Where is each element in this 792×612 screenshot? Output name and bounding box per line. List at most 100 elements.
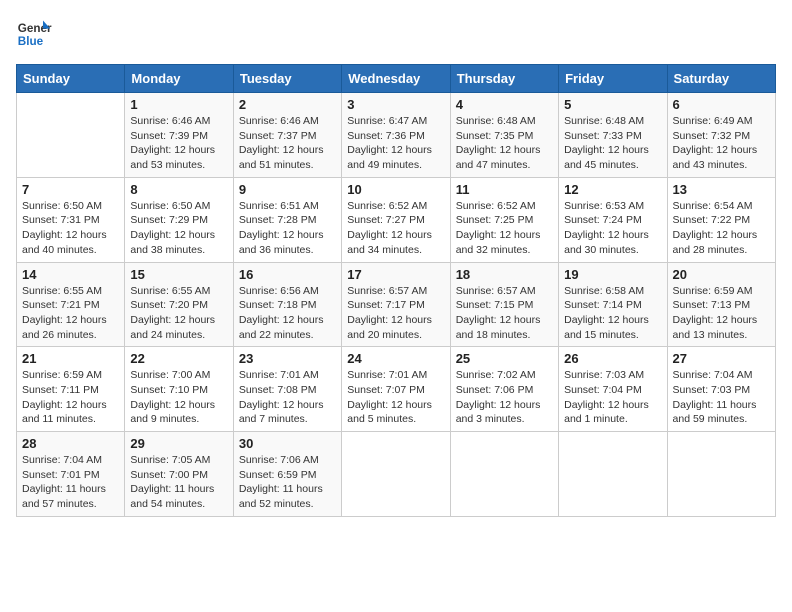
- day-info: Sunrise: 6:55 AM Sunset: 7:21 PM Dayligh…: [22, 284, 119, 343]
- day-info: Sunrise: 6:53 AM Sunset: 7:24 PM Dayligh…: [564, 199, 661, 258]
- day-cell: 8 Sunrise: 6:50 AM Sunset: 7:29 PM Daylig…: [125, 177, 233, 262]
- day-cell: 22 Sunrise: 7:00 AM Sunset: 7:10 PM Dayli…: [125, 347, 233, 432]
- day-cell: 20 Sunrise: 6:59 AM Sunset: 7:13 PM Dayli…: [667, 262, 775, 347]
- day-cell: 5Sunrise: 6:48 AM Sunset: 7:33 PM Daylig…: [559, 93, 667, 178]
- day-cell: 4Sunrise: 6:48 AM Sunset: 7:35 PM Daylig…: [450, 93, 558, 178]
- day-number: 21: [22, 351, 119, 366]
- day-cell: 30 Sunrise: 7:06 AM Sunset: 6:59 PM Dayli…: [233, 432, 341, 517]
- svg-text:Blue: Blue: [18, 35, 44, 48]
- day-cell: 11 Sunrise: 6:52 AM Sunset: 7:25 PM Dayli…: [450, 177, 558, 262]
- day-number: 25: [456, 351, 553, 366]
- day-number: 17: [347, 267, 444, 282]
- day-cell: 23 Sunrise: 7:01 AM Sunset: 7:08 PM Dayli…: [233, 347, 341, 432]
- logo: General Blue: [16, 16, 52, 52]
- day-number: 1: [130, 97, 227, 112]
- day-cell: [342, 432, 450, 517]
- day-number: 29: [130, 436, 227, 451]
- column-header-friday: Friday: [559, 65, 667, 93]
- calendar-table: SundayMondayTuesdayWednesdayThursdayFrid…: [16, 64, 776, 517]
- day-cell: 21 Sunrise: 6:59 AM Sunset: 7:11 PM Dayli…: [17, 347, 125, 432]
- day-number: 26: [564, 351, 661, 366]
- day-cell: 28Sunrise: 7:04 AM Sunset: 7:01 PM Dayli…: [17, 432, 125, 517]
- day-cell: [450, 432, 558, 517]
- week-row-1: 1 Sunrise: 6:46 AM Sunset: 7:39 PM Daylig…: [17, 93, 776, 178]
- column-header-sunday: Sunday: [17, 65, 125, 93]
- day-number: 22: [130, 351, 227, 366]
- day-info: Sunrise: 6:51 AM Sunset: 7:28 PM Dayligh…: [239, 199, 336, 258]
- day-number: 15: [130, 267, 227, 282]
- day-number: 11: [456, 182, 553, 197]
- day-number: 3: [347, 97, 444, 112]
- day-info: Sunrise: 6:56 AM Sunset: 7:18 PM Dayligh…: [239, 284, 336, 343]
- day-info: Sunrise: 7:00 AM Sunset: 7:10 PM Dayligh…: [130, 368, 227, 427]
- day-info: Sunrise: 6:55 AM Sunset: 7:20 PM Dayligh…: [130, 284, 227, 343]
- day-number: 27: [673, 351, 770, 366]
- day-cell: 9 Sunrise: 6:51 AM Sunset: 7:28 PM Daylig…: [233, 177, 341, 262]
- day-number: 8: [130, 182, 227, 197]
- day-cell: 14 Sunrise: 6:55 AM Sunset: 7:21 PM Dayli…: [17, 262, 125, 347]
- day-info: Sunrise: 6:57 AM Sunset: 7:17 PM Dayligh…: [347, 284, 444, 343]
- day-number: 20: [673, 267, 770, 282]
- day-cell: 3 Sunrise: 6:47 AM Sunset: 7:36 PM Daylig…: [342, 93, 450, 178]
- day-number: 10: [347, 182, 444, 197]
- day-info: Sunrise: 6:46 AM Sunset: 7:37 PM Dayligh…: [239, 114, 336, 173]
- day-number: 18: [456, 267, 553, 282]
- day-number: 23: [239, 351, 336, 366]
- day-cell: [667, 432, 775, 517]
- day-info: Sunrise: 6:59 AM Sunset: 7:11 PM Dayligh…: [22, 368, 119, 427]
- day-cell: 27 Sunrise: 7:04 AM Sunset: 7:03 PM Dayli…: [667, 347, 775, 432]
- day-number: 24: [347, 351, 444, 366]
- day-cell: 18 Sunrise: 6:57 AM Sunset: 7:15 PM Dayli…: [450, 262, 558, 347]
- day-info: Sunrise: 6:52 AM Sunset: 7:27 PM Dayligh…: [347, 199, 444, 258]
- day-cell: 12 Sunrise: 6:53 AM Sunset: 7:24 PM Dayli…: [559, 177, 667, 262]
- week-row-3: 14 Sunrise: 6:55 AM Sunset: 7:21 PM Dayli…: [17, 262, 776, 347]
- day-info: Sunrise: 7:03 AM Sunset: 7:04 PM Dayligh…: [564, 368, 661, 427]
- day-cell: 10 Sunrise: 6:52 AM Sunset: 7:27 PM Dayli…: [342, 177, 450, 262]
- day-info: Sunrise: 7:05 AM Sunset: 7:00 PM Dayligh…: [130, 453, 227, 512]
- day-cell: 6Sunrise: 6:49 AM Sunset: 7:32 PM Daylig…: [667, 93, 775, 178]
- logo-icon: General Blue: [16, 16, 52, 52]
- day-number: 19: [564, 267, 661, 282]
- page-header: General Blue: [16, 16, 776, 52]
- column-header-saturday: Saturday: [667, 65, 775, 93]
- day-info: Sunrise: 7:06 AM Sunset: 6:59 PM Dayligh…: [239, 453, 336, 512]
- column-header-thursday: Thursday: [450, 65, 558, 93]
- day-cell: 15 Sunrise: 6:55 AM Sunset: 7:20 PM Dayli…: [125, 262, 233, 347]
- day-number: 12: [564, 182, 661, 197]
- week-row-2: 7 Sunrise: 6:50 AM Sunset: 7:31 PM Daylig…: [17, 177, 776, 262]
- svg-text:General: General: [18, 22, 52, 35]
- header-row: SundayMondayTuesdayWednesdayThursdayFrid…: [17, 65, 776, 93]
- column-header-monday: Monday: [125, 65, 233, 93]
- week-row-4: 21 Sunrise: 6:59 AM Sunset: 7:11 PM Dayli…: [17, 347, 776, 432]
- day-number: 30: [239, 436, 336, 451]
- day-info: Sunrise: 6:57 AM Sunset: 7:15 PM Dayligh…: [456, 284, 553, 343]
- day-info: Sunrise: 6:48 AM Sunset: 7:35 PM Dayligh…: [456, 114, 553, 173]
- day-number: 7: [22, 182, 119, 197]
- day-number: 16: [239, 267, 336, 282]
- day-number: 14: [22, 267, 119, 282]
- day-cell: 29 Sunrise: 7:05 AM Sunset: 7:00 PM Dayli…: [125, 432, 233, 517]
- day-info: Sunrise: 6:58 AM Sunset: 7:14 PM Dayligh…: [564, 284, 661, 343]
- day-info: Sunrise: 7:04 AM Sunset: 7:03 PM Dayligh…: [673, 368, 770, 427]
- column-header-wednesday: Wednesday: [342, 65, 450, 93]
- day-cell: 26 Sunrise: 7:03 AM Sunset: 7:04 PM Dayli…: [559, 347, 667, 432]
- day-info: Sunrise: 6:50 AM Sunset: 7:31 PM Dayligh…: [22, 199, 119, 258]
- day-cell: 13Sunrise: 6:54 AM Sunset: 7:22 PM Dayli…: [667, 177, 775, 262]
- day-info: Sunrise: 6:50 AM Sunset: 7:29 PM Dayligh…: [130, 199, 227, 258]
- day-cell: 17 Sunrise: 6:57 AM Sunset: 7:17 PM Dayli…: [342, 262, 450, 347]
- day-cell: 19 Sunrise: 6:58 AM Sunset: 7:14 PM Dayli…: [559, 262, 667, 347]
- day-cell: 25Sunrise: 7:02 AM Sunset: 7:06 PM Dayli…: [450, 347, 558, 432]
- day-info: Sunrise: 6:52 AM Sunset: 7:25 PM Dayligh…: [456, 199, 553, 258]
- day-info: Sunrise: 6:48 AM Sunset: 7:33 PM Dayligh…: [564, 114, 661, 173]
- day-info: Sunrise: 7:01 AM Sunset: 7:08 PM Dayligh…: [239, 368, 336, 427]
- day-cell: 2Sunrise: 6:46 AM Sunset: 7:37 PM Daylig…: [233, 93, 341, 178]
- day-info: Sunrise: 6:59 AM Sunset: 7:13 PM Dayligh…: [673, 284, 770, 343]
- day-info: Sunrise: 6:47 AM Sunset: 7:36 PM Dayligh…: [347, 114, 444, 173]
- day-number: 9: [239, 182, 336, 197]
- day-cell: [559, 432, 667, 517]
- day-info: Sunrise: 6:46 AM Sunset: 7:39 PM Dayligh…: [130, 114, 227, 173]
- day-info: Sunrise: 6:49 AM Sunset: 7:32 PM Dayligh…: [673, 114, 770, 173]
- day-cell: 24 Sunrise: 7:01 AM Sunset: 7:07 PM Dayli…: [342, 347, 450, 432]
- day-cell: 7 Sunrise: 6:50 AM Sunset: 7:31 PM Daylig…: [17, 177, 125, 262]
- day-info: Sunrise: 7:01 AM Sunset: 7:07 PM Dayligh…: [347, 368, 444, 427]
